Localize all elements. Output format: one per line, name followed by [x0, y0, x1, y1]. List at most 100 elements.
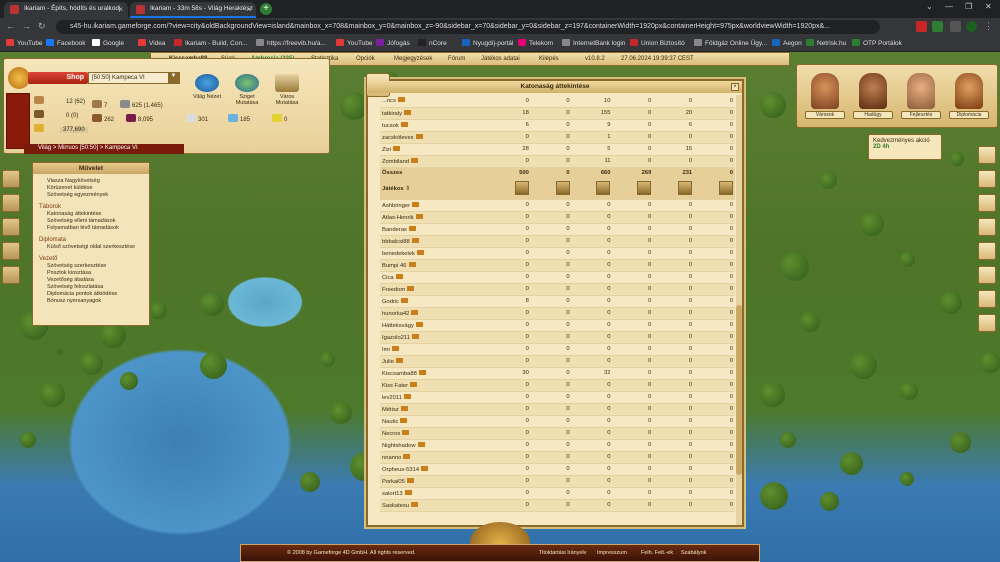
- player-name[interactable]: tucsok: [382, 123, 399, 129]
- message-icon[interactable]: [411, 333, 419, 339]
- unit-column-header[interactable]: [490, 179, 531, 200]
- advisor-research[interactable]: Fejlesztés: [901, 73, 941, 119]
- message-icon[interactable]: [403, 453, 411, 459]
- player-name[interactable]: bbbalcsi88: [382, 239, 410, 245]
- shop-button[interactable]: Shop: [28, 72, 88, 84]
- unit-icon[interactable]: [978, 290, 996, 308]
- close-tab-icon[interactable]: ×: [246, 5, 251, 14]
- player-name[interactable]: Freedom: [382, 287, 405, 293]
- message-icon[interactable]: [400, 121, 408, 127]
- shield-icon[interactable]: [978, 170, 996, 188]
- message-icon[interactable]: [391, 345, 399, 351]
- action-menu-item[interactable]: Szövetség feloszlatása: [33, 284, 149, 291]
- nav-forum[interactable]: Fórum: [448, 56, 465, 62]
- message-icon[interactable]: [411, 309, 419, 315]
- close-window-button[interactable]: ×: [731, 83, 739, 91]
- message-icon[interactable]: [418, 369, 426, 375]
- message-icon[interactable]: [400, 417, 408, 423]
- bookmark-item[interactable]: Nyugdíj-portál: [462, 39, 513, 47]
- message-icon[interactable]: [415, 321, 423, 327]
- player-name[interactable]: Imi: [382, 347, 390, 353]
- message-icon[interactable]: [415, 133, 423, 139]
- game-viewport[interactable]: Kiscsamba88 Súgó Ambrosia (335) Statiszt…: [0, 52, 1000, 562]
- message-icon[interactable]: [407, 285, 415, 291]
- player-name[interactable]: Kiss Fater: [382, 383, 408, 389]
- message-icon[interactable]: [395, 273, 403, 279]
- profile-avatar[interactable]: [966, 21, 977, 32]
- browser-tab-2[interactable]: Ikariam - 33m 58s - Világ Heraklész ×: [130, 2, 256, 18]
- player-name[interactable]: Julie: [382, 359, 394, 365]
- player-name[interactable]: Necros: [382, 431, 400, 437]
- action-menu-item[interactable]: Külső szövetségi oldal szerkesztése: [33, 244, 149, 251]
- sword-icon[interactable]: [978, 146, 996, 164]
- player-name[interactable]: Bumpi 46: [382, 263, 407, 269]
- player-name[interactable]: Zizi: [382, 147, 391, 153]
- bookmark-item[interactable]: InternetBank login: [562, 39, 625, 47]
- player-name[interactable]: lev2011: [382, 395, 402, 401]
- action-menu-item[interactable]: Diplomácia pontok átkiödése: [33, 291, 149, 298]
- unit-column-header[interactable]: [653, 179, 695, 200]
- advisor-cities[interactable]: Városok: [805, 73, 845, 119]
- chest-icon[interactable]: [6, 93, 30, 149]
- unit-column-header[interactable]: [612, 179, 654, 200]
- nav-notes[interactable]: Megjegyzések: [394, 56, 432, 62]
- bookmark-item[interactable]: https://freevib.hu/a...: [256, 39, 326, 47]
- pdf-extension-icon[interactable]: [916, 21, 927, 32]
- player-name[interactable]: benedekelek: [382, 251, 415, 257]
- player-name[interactable]: Porkai05: [382, 479, 405, 485]
- action-menu-item[interactable]: Bónusz nyersanyagok: [33, 298, 149, 305]
- player-name[interactable]: ...ncs: [382, 98, 396, 104]
- player-name[interactable]: zacskóleves: [382, 135, 414, 141]
- message-icon[interactable]: [397, 97, 405, 103]
- unit-column-header[interactable]: [571, 179, 613, 200]
- action-menu-item[interactable]: Folyamatban lévő támadások: [33, 225, 149, 232]
- players-header-cell[interactable]: Játékos ⇕: [380, 179, 490, 200]
- bookmark-item[interactable]: YouTube: [336, 39, 373, 47]
- player-name[interactable]: tatkiraly: [382, 111, 402, 117]
- bookmark-item[interactable]: Videa: [138, 39, 166, 47]
- action-menu-item[interactable]: Vezetőség átadása: [33, 277, 149, 284]
- player-name[interactable]: Métisz: [382, 407, 399, 413]
- bookmark-item[interactable]: Telekom: [518, 39, 553, 47]
- message-icon[interactable]: [401, 297, 409, 303]
- message-icon[interactable]: [421, 465, 429, 471]
- player-name[interactable]: Összes: [382, 170, 402, 176]
- player-name[interactable]: Igazolo211: [382, 335, 410, 341]
- message-icon[interactable]: [408, 225, 416, 231]
- island-view-button[interactable]: Sziget Mutatása: [228, 74, 266, 106]
- footer-link-privacy[interactable]: Titoktartási Irányelv: [539, 550, 586, 556]
- city-view-button[interactable]: Város Mutatása: [268, 74, 306, 106]
- message-icon[interactable]: [408, 261, 416, 267]
- nav-options[interactable]: Opciók: [356, 56, 375, 62]
- player-name[interactable]: Zombiland: [382, 159, 409, 165]
- player-name[interactable]: nnanno: [382, 455, 401, 461]
- unit-icon[interactable]: [978, 218, 996, 236]
- bookmark-item[interactable]: Jófogás: [376, 39, 410, 47]
- nav-logout[interactable]: Kilépés: [539, 56, 559, 62]
- message-icon[interactable]: [415, 213, 423, 219]
- action-menu-item[interactable]: Körüzenet küldése: [33, 185, 149, 192]
- bookmark-item[interactable]: YouTube: [6, 39, 43, 47]
- add-sidebar-icon[interactable]: [2, 242, 20, 260]
- maximize-icon[interactable]: ❐: [965, 2, 972, 11]
- action-menu-item[interactable]: Szövetség elleni támadások: [33, 218, 149, 225]
- unit-icon[interactable]: [978, 242, 996, 260]
- close-window-icon[interactable]: ✕: [985, 2, 992, 11]
- url-field[interactable]: s45-hu.ikariam.gameforge.com/?view=city&…: [56, 20, 880, 34]
- action-menu-item[interactable]: Katonaság áttekintése: [33, 211, 149, 218]
- message-icon[interactable]: [400, 405, 408, 411]
- message-icon[interactable]: [403, 393, 411, 399]
- player-name[interactable]: Atlas-Henrik: [382, 215, 414, 221]
- scrollbar-thumb[interactable]: [736, 305, 742, 475]
- player-name[interactable]: Saskatesu: [382, 503, 409, 509]
- minimize-icon[interactable]: —: [945, 2, 953, 11]
- player-name[interactable]: salort13: [382, 491, 403, 497]
- unit-column-header[interactable]: [530, 179, 572, 200]
- message-icon[interactable]: [410, 381, 418, 387]
- breadcrumb[interactable]: Világ > Mirruos [50:50] > Kampeca VI: [24, 144, 184, 154]
- message-icon[interactable]: [402, 429, 410, 435]
- message-icon[interactable]: [412, 201, 420, 207]
- bookmark-item[interactable]: OTP Portálok: [852, 39, 902, 47]
- player-name[interactable]: Hátteksvágy: [382, 323, 414, 329]
- military-sidebar-icon[interactable]: [2, 194, 20, 212]
